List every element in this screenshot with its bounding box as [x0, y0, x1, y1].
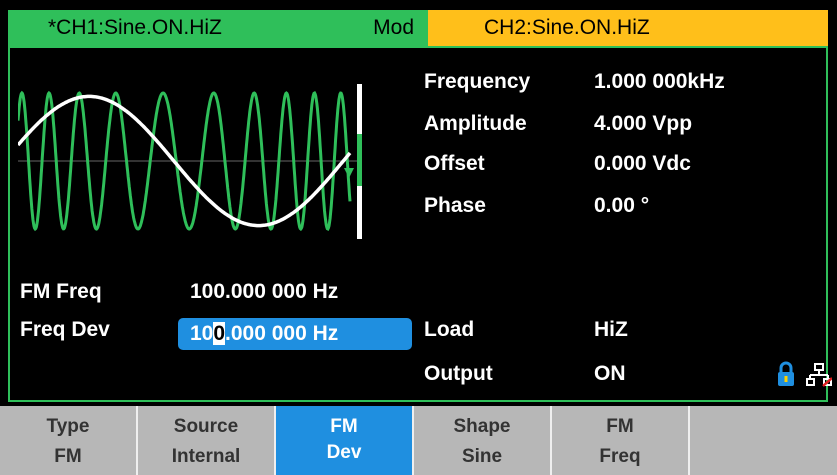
- freq-dev-value-prefix: 10: [190, 322, 214, 345]
- softkey-fm-dev[interactable]: FM Dev: [276, 406, 414, 475]
- softkey-label: FM: [330, 416, 358, 437]
- phase-value[interactable]: 0.00 °: [594, 194, 649, 218]
- output-label: Output: [424, 362, 493, 385]
- softkey-value: FM: [54, 446, 82, 467]
- offset-label: Offset: [424, 152, 485, 175]
- softkey-source[interactable]: Source Internal: [138, 406, 276, 475]
- frequency-value[interactable]: 1.000 000kHz: [594, 70, 725, 94]
- fm-freq-label: FM Freq: [20, 280, 102, 303]
- softkey-value: Sine: [461, 446, 503, 467]
- softkey-shape[interactable]: Shape Sine: [414, 406, 552, 475]
- amplitude-label: Amplitude: [424, 112, 527, 135]
- lock-icon: [778, 361, 794, 386]
- softkey-value: Dev: [326, 442, 362, 463]
- softkey-fm-freq[interactable]: FM Freq: [552, 406, 690, 475]
- softkey-type[interactable]: Type FM: [0, 406, 138, 475]
- ch1-title: *CH1:Sine.ON.HiZ: [48, 16, 222, 39]
- ch1-tab[interactable]: *CH1:Sine.ON.HiZ Mod: [8, 10, 428, 46]
- load-label: Load: [424, 318, 475, 341]
- freq-dev-field[interactable]: 100.000 000 Hz: [178, 318, 412, 350]
- frequency-label: Frequency: [424, 70, 531, 93]
- softkey-label: Shape: [453, 416, 511, 437]
- ch2-title: CH2:Sine.ON.HiZ: [484, 16, 650, 39]
- load-value[interactable]: HiZ: [594, 318, 628, 342]
- ch2-tab[interactable]: CH2:Sine.ON.HiZ: [428, 10, 828, 46]
- offset-value[interactable]: 0.000 Vdc: [594, 152, 691, 176]
- softkey-empty[interactable]: [690, 406, 837, 475]
- freq-dev-label: Freq Dev: [20, 318, 110, 341]
- output-value[interactable]: ON: [594, 362, 626, 386]
- generator-screen: *CH1:Sine.ON.HiZ Mod CH2:Sine.ON.HiZ Fre…: [0, 0, 837, 475]
- softkey-label: Source: [173, 416, 239, 437]
- softkey-label: Type: [46, 416, 90, 437]
- amplitude-value[interactable]: 4.000 Vpp: [594, 112, 692, 136]
- edit-cursor[interactable]: 0: [213, 322, 226, 345]
- softkey-value: Internal: [171, 446, 241, 467]
- network-icon: [806, 363, 832, 387]
- waveform-preview: [18, 84, 362, 239]
- softkey-label: FM: [606, 416, 634, 437]
- softkey-value: Freq: [599, 446, 641, 467]
- phase-label: Phase: [424, 194, 486, 217]
- fm-freq-value[interactable]: 100.000 000 Hz: [190, 280, 338, 304]
- ch1-mode-label: Mod: [373, 16, 414, 39]
- freq-dev-value-suffix: .000 000 Hz: [225, 322, 339, 345]
